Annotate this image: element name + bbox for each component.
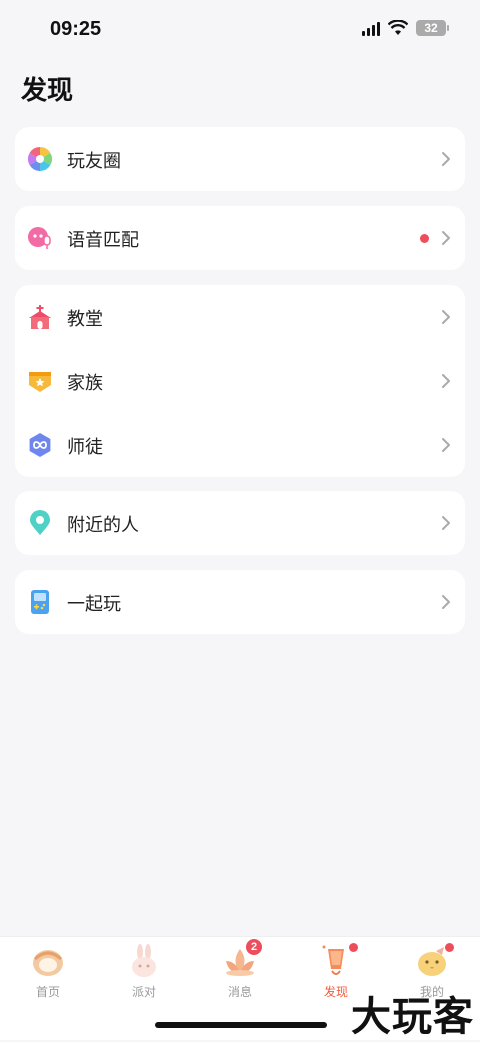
list-item-label: 一起玩 [67, 594, 121, 615]
notification-dot [445, 943, 454, 952]
notification-dot [420, 234, 429, 243]
tab-home[interactable]: 首页 [18, 943, 78, 1000]
list-item-label: 家族 [67, 373, 103, 394]
unread-badge: 2 [246, 939, 262, 955]
battery-indicator: 32 [416, 20, 449, 36]
section-card-voice-match: 语音匹配 [15, 206, 465, 270]
list-item-church[interactable]: 教堂 [15, 285, 465, 349]
home-icon [30, 943, 66, 979]
tab-label: 消息 [227, 985, 252, 999]
chevron-right-icon [442, 374, 450, 388]
list-item-label: 附近的人 [67, 515, 139, 536]
chevron-right-icon [442, 516, 450, 530]
chevron-right-icon [442, 438, 450, 452]
cellular-signal-icon [362, 20, 380, 36]
list-item-family[interactable]: 家族 [15, 349, 465, 413]
tab-party[interactable]: 派对 [114, 943, 174, 1000]
list-item-nearby[interactable]: 附近的人 [15, 491, 465, 555]
profile-chick-icon [414, 943, 454, 979]
list-item-label: 师徒 [67, 437, 103, 458]
list-item-label: 语音匹配 [67, 230, 139, 251]
mentor-icon [29, 433, 51, 457]
location-pin-icon [30, 510, 50, 535]
chevron-right-icon [442, 595, 450, 609]
discover-lantern-icon [318, 943, 358, 979]
section-card-play-together: 一起玩 [15, 570, 465, 634]
home-indicator[interactable] [155, 1022, 327, 1028]
chevron-right-icon [442, 152, 450, 166]
chevron-right-icon [442, 310, 450, 324]
wifi-icon [388, 20, 408, 35]
list-item-play-together[interactable]: 一起玩 [15, 570, 465, 634]
tab-label: 首页 [35, 985, 60, 999]
family-icon [29, 372, 51, 392]
voice-match-icon [28, 227, 51, 249]
list-item-voice-match[interactable]: 语音匹配 [15, 206, 465, 270]
status-icons: 32 [362, 20, 449, 36]
tab-messages[interactable]: 2 消息 [210, 939, 270, 1000]
status-time: 09:25 [50, 18, 102, 40]
list-item-friends-circle[interactable]: 玩友圈 [15, 127, 465, 191]
section-card-friends-circle: 玩友圈 [15, 127, 465, 191]
list-item-mentor[interactable]: 师徒 [15, 413, 465, 477]
message-lotus-icon: 2 [222, 939, 262, 979]
chevron-right-icon [442, 231, 450, 245]
church-icon [29, 305, 51, 329]
section-card-nearby: 附近的人 [15, 491, 465, 555]
pinwheel-icon [27, 147, 53, 171]
section-card-social: 教堂 家族 师徒 [15, 285, 465, 477]
watermark-logo: 大玩客 [351, 993, 474, 1040]
party-rabbit-icon [126, 943, 162, 979]
status-bar: 09:25 32 [0, 0, 480, 62]
game-console-icon [31, 590, 49, 614]
page-title: 发现 [21, 76, 74, 106]
list-item-label: 玩友圈 [67, 151, 121, 172]
notification-dot [349, 943, 358, 952]
list-item-label: 教堂 [67, 309, 103, 330]
tab-label: 派对 [131, 985, 156, 999]
